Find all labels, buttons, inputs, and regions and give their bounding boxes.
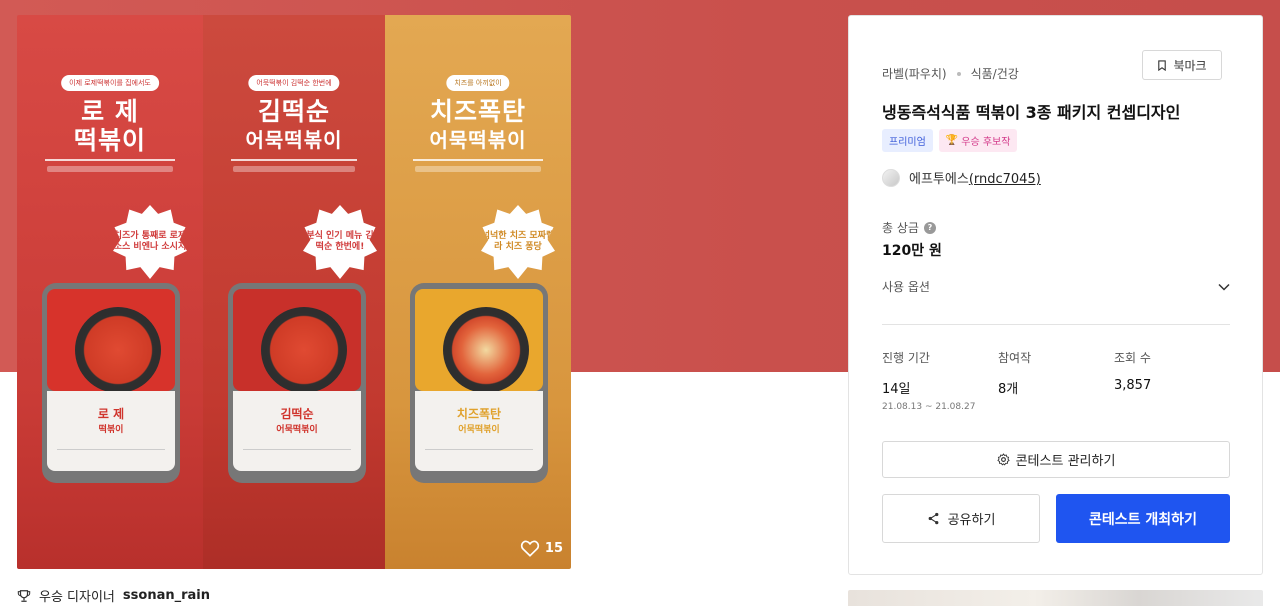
trophy-icon: 🏆 [945,135,959,146]
contest-title: 냉동즉석식품 떡볶이 3종 패키지 컨셉디자인 [882,103,1181,122]
pan-image [443,307,529,393]
chevron-down-icon [1218,283,1230,291]
category-breadcrumb: 라벨(파우치) 식품/건강 [882,65,1019,82]
fork-divider [413,159,543,161]
package-name: 치즈폭탄 어묵떡볶이 [456,407,502,435]
contest-info-card: 라벨(파우치) 식품/건강 북마크 냉동즉석식품 떡볶이 3종 패키지 컨셉디자… [848,15,1263,575]
prize-label: 총 상금 ? [882,219,936,236]
subcategory-label[interactable]: 식품/건강 [971,65,1019,82]
share-icon [928,512,938,525]
author-row[interactable]: 에프투에스(rndc7045) [882,168,1041,187]
help-icon[interactable]: ? [923,221,936,234]
gear-icon [996,453,1010,466]
package-tray: 로 제 떡볶이 [42,283,180,483]
period-stat: 진행 기간 14일 21.08.13 ~ 21.08.27 [882,351,976,412]
premium-tag: 프리미엄 [882,129,933,152]
package-panel-kimtteoksun: 어묵떡볶이 김떡순 한번에 김떡순 어묵떡볶이 분식 인기 메뉴 김떡순 한번에… [203,15,385,569]
winner-line: 우승 디자이너 ssonan_rain [17,586,210,605]
options-dropdown[interactable]: 사용 옵션 [882,278,1230,295]
category-label[interactable]: 라벨(파우치) [882,65,947,82]
package-name: 로 제 떡볶이 [97,407,125,435]
heart-icon [520,540,540,557]
participants-stat: 참여작 8개 [998,351,1032,397]
panel-sticker: 치즈가 통째로 로제 소스 비엔나 소시지 [113,205,187,279]
panel-title: 로 제 떡볶이 [73,97,146,155]
separator-dot [956,71,961,76]
like-count: 15 [544,540,563,556]
panel-subtext [233,166,355,172]
package-panel-rose: 이제 로제떡볶이를 집에서도 로 제 떡볶이 치즈가 통째로 로제 소스 비엔나… [17,15,203,569]
panel-badge: 치즈를 아끼없이 [446,75,510,91]
pan-image [261,307,347,393]
bookmark-icon [1158,59,1167,71]
award-tag: 🏆 우승 후보작 [938,129,1018,152]
related-item-thumbnail[interactable] [848,590,1263,606]
panel-badge: 어묵떡볶이 김떡순 한번에 [248,75,340,91]
winner-label: 우승 디자이너 [39,590,115,605]
tag-list: 프리미엄 🏆 우승 후보작 [882,129,1018,152]
author-handle[interactable]: (rndc7045) [969,172,1041,187]
author-name: 에프투에스 [909,172,969,187]
panel-subtext [47,166,173,172]
panel-title: 김떡순 어묵떡볶이 [245,97,343,152]
views-stat: 조회 수 3,857 [1114,351,1152,393]
fork-divider [231,159,357,161]
options-label: 사용 옵션 [882,280,930,294]
trophy-icon [17,589,31,602]
panel-title: 치즈폭탄 어묵떡볶이 [429,97,527,152]
package-tray: 김떡순 어묵떡볶이 [228,283,366,483]
winner-name[interactable]: ssonan_rain [123,588,210,603]
panel-badge: 이제 로제떡볶이를 집에서도 [61,75,159,91]
bookmark-button[interactable]: 북마크 [1142,50,1222,80]
pan-image [75,307,161,393]
prize-value: 120만 원 [882,243,942,259]
panel-sticker: 넉넉한 치즈 모짜렐라 치즈 퐁당 [481,205,555,279]
manage-contest-button[interactable]: 콘테스트 관리하기 [882,441,1230,478]
package-tray: 치즈폭탄 어묵떡볶이 [410,283,548,483]
like-button[interactable]: 15 [520,539,563,557]
fork-divider [45,159,175,161]
package-panel-cheese: 치즈를 아끼없이 치즈폭탄 어묵떡볶이 넉넉한 치즈 모짜렐라 치즈 퐁당 치즈… [385,15,571,569]
product-image[interactable]: 이제 로제떡볶이를 집에서도 로 제 떡볶이 치즈가 통째로 로제 소스 비엔나… [17,15,571,569]
panel-sticker: 분식 인기 메뉴 김떡순 한번에! [303,205,377,279]
panel-subtext [415,166,541,172]
package-name: 김떡순 어묵떡볶이 [276,407,318,435]
avatar [882,168,900,187]
share-button[interactable]: 공유하기 [882,494,1040,543]
host-contest-button[interactable]: 콘테스트 개최하기 [1056,494,1230,543]
divider [882,324,1230,325]
